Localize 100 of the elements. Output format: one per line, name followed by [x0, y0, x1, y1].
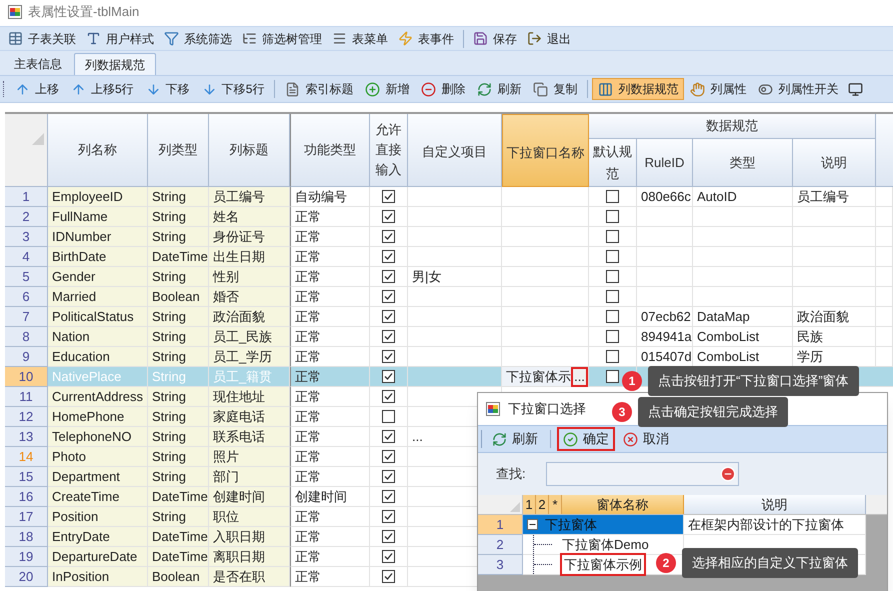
- row-number[interactable]: 19: [5, 547, 48, 567]
- toolbar-button[interactable]: 子表关联: [3, 28, 81, 50]
- toolbar-button[interactable]: 退出: [522, 28, 576, 50]
- table-cell: 正常: [290, 547, 370, 567]
- table-cell: 身份证号: [209, 227, 290, 247]
- table-cell: String: [148, 347, 209, 367]
- table-cell: 080e66c: [637, 187, 693, 207]
- step-tooltip: 点击按钮打开“下拉窗口选择”窗体: [648, 366, 859, 396]
- table-cell: 正常: [290, 427, 370, 447]
- toolbar-button[interactable]: 保存: [468, 28, 522, 50]
- column-header[interactable]: 列标题: [209, 114, 290, 187]
- toolbar-button[interactable]: 确定: [557, 427, 615, 451]
- toolbar-button[interactable]: 系统筛选: [159, 28, 237, 50]
- tab[interactable]: 列数据规范: [74, 53, 156, 75]
- row-number[interactable]: 3: [478, 555, 523, 575]
- table-cell: 入职日期: [209, 527, 290, 547]
- toolbar-button[interactable]: 表菜单: [327, 28, 393, 50]
- toolbar-button[interactable]: 取消: [617, 427, 675, 451]
- toolbar-button[interactable]: 上移: [9, 78, 65, 100]
- column-header[interactable]: 窗体名称: [562, 495, 684, 514]
- toolbar-button[interactable]: 下移5行: [196, 78, 270, 100]
- toolbar-button[interactable]: 新增: [359, 78, 416, 100]
- column-header[interactable]: 类型: [693, 139, 793, 187]
- column-header[interactable]: 列名称: [48, 114, 148, 187]
- window-title: 表属性设置-tblMain: [28, 3, 140, 22]
- row-number[interactable]: 1: [478, 515, 523, 535]
- toolbar-button[interactable]: 复制: [527, 78, 584, 100]
- row-number[interactable]: 17: [5, 507, 48, 527]
- table-cell: Education: [48, 347, 148, 367]
- column-header[interactable]: 说明: [793, 139, 876, 187]
- row-number[interactable]: 11: [5, 387, 48, 407]
- column-header[interactable]: 说明: [684, 495, 866, 514]
- toolbar-button[interactable]: 上移5行: [65, 78, 140, 100]
- table-cell: 正常: [290, 507, 370, 527]
- toolbar-button[interactable]: 表事件: [393, 28, 459, 50]
- row-number[interactable]: 5: [5, 267, 48, 287]
- table-cell: Photo: [48, 447, 148, 467]
- column-header[interactable]: 下拉窗口名称: [502, 114, 589, 187]
- level-button[interactable]: *: [549, 495, 562, 514]
- table-cell: 现住地址: [209, 387, 290, 407]
- row-number[interactable]: 1: [5, 187, 48, 207]
- table-cell: 家庭电话: [209, 407, 290, 427]
- column-header[interactable]: 默认规范: [589, 139, 637, 187]
- table-cell: DateTime: [148, 527, 209, 547]
- row-number[interactable]: 13: [5, 427, 48, 447]
- table-cell: 正常: [290, 447, 370, 467]
- table-cell: 正常: [290, 207, 370, 227]
- tree-item[interactable]: 下拉窗体示例: [560, 552, 646, 576]
- column-header[interactable]: 自定义项目: [408, 114, 502, 187]
- tab[interactable]: 主表信息: [4, 53, 72, 75]
- toolbar-button[interactable]: 索引标题: [279, 78, 360, 100]
- tree-item[interactable]: 下拉窗体: [543, 514, 599, 534]
- toolbar-button[interactable]: 删除: [415, 78, 472, 100]
- table-cell: 正常: [290, 307, 370, 327]
- toolbar-button[interactable]: 筛选树管理: [237, 28, 327, 50]
- table-cell: 正常: [290, 267, 370, 287]
- table-cell: String: [148, 327, 209, 347]
- table-cell: Position: [48, 507, 148, 527]
- table-cell: 正常: [290, 387, 370, 407]
- level-button[interactable]: 2: [536, 495, 549, 514]
- table-cell: String: [148, 467, 209, 487]
- ellipsis-button[interactable]: ...: [571, 366, 588, 386]
- row-number[interactable]: 10: [5, 367, 48, 387]
- table-cell: String: [148, 227, 209, 247]
- table-cell: 照片: [209, 447, 290, 467]
- row-number[interactable]: 3: [5, 227, 48, 247]
- toolbar-button[interactable]: 刷新: [471, 78, 528, 100]
- table-cell: 政治面貌: [793, 307, 876, 327]
- toolbar-button[interactable]: 列数据规范: [592, 78, 684, 100]
- column-header[interactable]: 列类型: [148, 114, 209, 187]
- row-number[interactable]: 2: [478, 535, 523, 555]
- table-cell: 性别: [209, 267, 290, 287]
- row-number[interactable]: 20: [5, 567, 48, 587]
- row-number[interactable]: 15: [5, 467, 48, 487]
- row-number[interactable]: 16: [5, 487, 48, 507]
- toolbar-button[interactable]: 用户样式: [81, 28, 159, 50]
- column-header[interactable]: RuleID: [637, 139, 693, 187]
- row-number[interactable]: 12: [5, 407, 48, 427]
- row-number[interactable]: 18: [5, 527, 48, 547]
- table-cell: 正常: [290, 247, 370, 267]
- level-button[interactable]: 1: [523, 495, 536, 514]
- cell-text: 下拉窗体示: [506, 368, 571, 386]
- row-number[interactable]: 9: [5, 347, 48, 367]
- toolbar-button[interactable]: 下移: [140, 78, 196, 100]
- column-header[interactable]: 功能类型: [290, 114, 370, 187]
- row-number[interactable]: 8: [5, 327, 48, 347]
- row-number[interactable]: 7: [5, 307, 48, 327]
- table-cell: 民族: [793, 327, 876, 347]
- row-number[interactable]: 6: [5, 287, 48, 307]
- table-cell: String: [148, 307, 209, 327]
- row-number[interactable]: 2: [5, 207, 48, 227]
- table-cell: Nation: [48, 327, 148, 347]
- row-number[interactable]: 4: [5, 247, 48, 267]
- tree-item[interactable]: 下拉窗体Demo: [560, 534, 651, 554]
- table-cell: 是否在职: [209, 567, 290, 587]
- table-cell: String: [148, 367, 209, 387]
- toolbar-button[interactable]: 列属性开关: [752, 78, 844, 100]
- toolbar-button[interactable]: 列属性: [684, 78, 752, 100]
- table-cell: DateTime: [148, 487, 209, 507]
- column-header[interactable]: 允许直接输入: [370, 114, 408, 187]
